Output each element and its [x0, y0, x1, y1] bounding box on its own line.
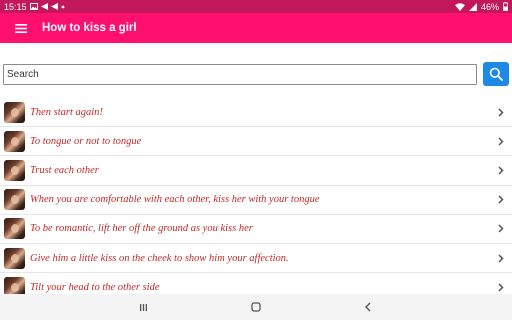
app-title: How to kiss a girl: [42, 22, 137, 34]
search-row: [3, 62, 509, 86]
avatar: [4, 159, 25, 181]
chevron-right-icon: [497, 165, 505, 175]
back-icon: [365, 302, 371, 312]
avatar: [4, 130, 25, 152]
battery-percent: 46%: [480, 1, 499, 12]
list-item-label: Trust each other: [30, 164, 99, 176]
tips-list: Then start again! To tongue or not to to…: [0, 98, 512, 294]
list-item-label: Give him a little kiss on the cheek to s…: [30, 252, 289, 264]
avatar: [4, 218, 25, 240]
back-button[interactable]: [353, 294, 383, 320]
image-icon: [29, 3, 38, 10]
avatar: [4, 276, 25, 294]
menu-button[interactable]: [6, 13, 36, 43]
wifi-icon: [454, 2, 465, 11]
status-left: 15:15: [4, 2, 65, 12]
dot-icon: [61, 5, 64, 8]
list-item[interactable]: Give him a little kiss on the cheek to s…: [0, 244, 512, 274]
avatar: [4, 189, 25, 211]
send-icon: [50, 3, 58, 10]
recents-icon: [139, 303, 147, 311]
home-button[interactable]: [241, 294, 271, 320]
chevron-right-icon: [497, 195, 505, 205]
battery-icon: [503, 2, 508, 11]
chevron-right-icon: [497, 224, 505, 234]
system-nav-bar: [0, 294, 512, 320]
hamburger-menu-icon: [15, 23, 27, 33]
list-item-label: When you are comfortable with each other…: [30, 194, 320, 206]
search-button[interactable]: [483, 62, 509, 86]
list-item[interactable]: Trust each other: [0, 156, 512, 186]
list-item[interactable]: Tilt your head to the other side: [0, 273, 512, 294]
list-item-label: Then start again!: [30, 106, 103, 118]
recents-button[interactable]: [128, 294, 158, 320]
list-item[interactable]: Then start again!: [0, 98, 512, 128]
list-item-label: Tilt your head to the other side: [30, 281, 160, 293]
chevron-right-icon: [497, 282, 505, 292]
home-icon: [251, 302, 261, 312]
chevron-right-icon: [497, 107, 505, 117]
status-bar: 15:15 46%: [0, 0, 512, 13]
search-icon: [489, 67, 503, 81]
avatar: [4, 247, 25, 269]
app-bar: How to kiss a girl: [0, 13, 512, 43]
list-item-label: To be romantic, lift her off the ground …: [30, 223, 253, 235]
avatar: [4, 101, 25, 123]
status-time: 15:15: [4, 1, 27, 12]
search-input[interactable]: [3, 63, 477, 85]
list-item[interactable]: To tongue or not to tongue: [0, 127, 512, 157]
send-icon: [40, 3, 48, 10]
list-item-label: To tongue or not to tongue: [30, 135, 142, 147]
signal-icon: [468, 2, 477, 11]
status-right: 46%: [454, 1, 508, 12]
list-item[interactable]: When you are comfortable with each other…: [0, 186, 512, 215]
list-item[interactable]: To be romantic, lift her off the ground …: [0, 215, 512, 244]
chevron-right-icon: [497, 253, 505, 263]
chevron-right-icon: [497, 136, 505, 146]
